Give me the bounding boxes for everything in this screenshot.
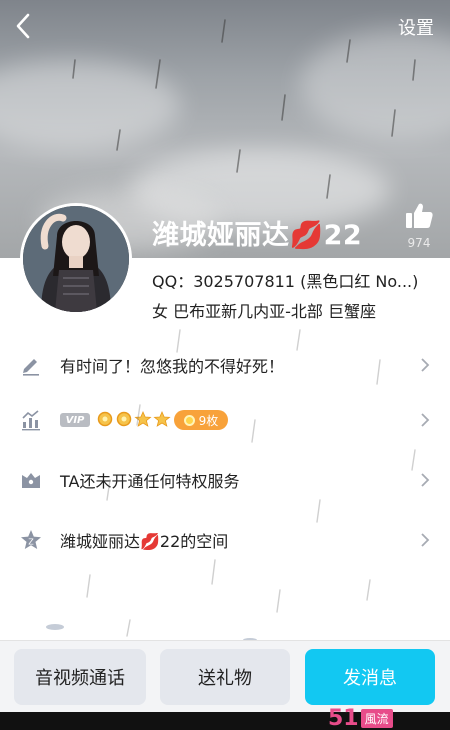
back-button[interactable] xyxy=(8,8,38,44)
chevron-right-icon xyxy=(421,358,430,372)
bottom-action-bar: 音视频通话 送礼物 发消息 xyxy=(0,640,450,712)
cloud xyxy=(300,30,450,140)
vip-level-row[interactable]: VIP 9枚 xyxy=(0,390,450,450)
like-count: 974 xyxy=(407,236,431,250)
privilege-icon xyxy=(20,469,42,491)
like-button[interactable]: 974 xyxy=(400,202,438,250)
gender-location-zodiac: 女 巴布亚新几内亚-北部 巨蟹座 xyxy=(152,302,376,321)
coin-icon xyxy=(183,414,195,426)
crown-icon xyxy=(116,411,132,427)
signature-text: 有时间了！忽悠我的不得好死！ xyxy=(60,357,285,376)
watermark-number: 51 xyxy=(328,706,359,730)
level-icons xyxy=(96,411,171,427)
star-icon xyxy=(153,411,171,427)
watermark-word: 風流 xyxy=(360,709,393,728)
space-star-icon: Z xyxy=(20,529,42,551)
coin-badge: 9枚 xyxy=(174,410,228,430)
space-text: 潍城娅丽达💋22的空间 xyxy=(60,532,229,551)
cloud xyxy=(0,60,180,150)
settings-button[interactable]: 设置 xyxy=(398,14,434,40)
pencil-icon xyxy=(20,354,42,376)
send-message-button[interactable]: 发消息 xyxy=(305,649,435,705)
chevron-right-icon xyxy=(421,413,430,427)
av-call-button[interactable]: 音视频通话 xyxy=(14,649,146,705)
svg-text:Z: Z xyxy=(28,538,34,547)
level-chart-icon xyxy=(20,409,42,431)
avatar-photo xyxy=(23,206,129,312)
privilege-row[interactable]: TA还未开通任何特权服务 xyxy=(0,450,450,510)
watermark-logo: 51 風流 xyxy=(328,706,393,730)
profile-name: 潍城娅丽达💋22 xyxy=(152,220,363,251)
chevron-right-icon xyxy=(421,473,430,487)
privilege-text: TA还未开通任何特权服务 xyxy=(60,472,240,491)
avatar[interactable] xyxy=(20,203,132,315)
qq-number: QQ：3025707811 (黑色口红 No...) xyxy=(152,272,419,291)
crown-icon xyxy=(97,411,113,427)
chevron-right-icon xyxy=(421,533,430,547)
thumbs-up-icon xyxy=(406,203,433,228)
back-arrow-icon xyxy=(16,13,30,39)
space-row[interactable]: Z 潍城娅丽达💋22的空间 xyxy=(0,510,450,570)
signature-row[interactable]: 有时间了！忽悠我的不得好死！ xyxy=(0,335,450,395)
coin-count: 9枚 xyxy=(198,413,219,428)
vip-badge: VIP xyxy=(60,413,90,427)
send-gift-button[interactable]: 送礼物 xyxy=(160,649,290,705)
star-icon xyxy=(134,411,152,427)
